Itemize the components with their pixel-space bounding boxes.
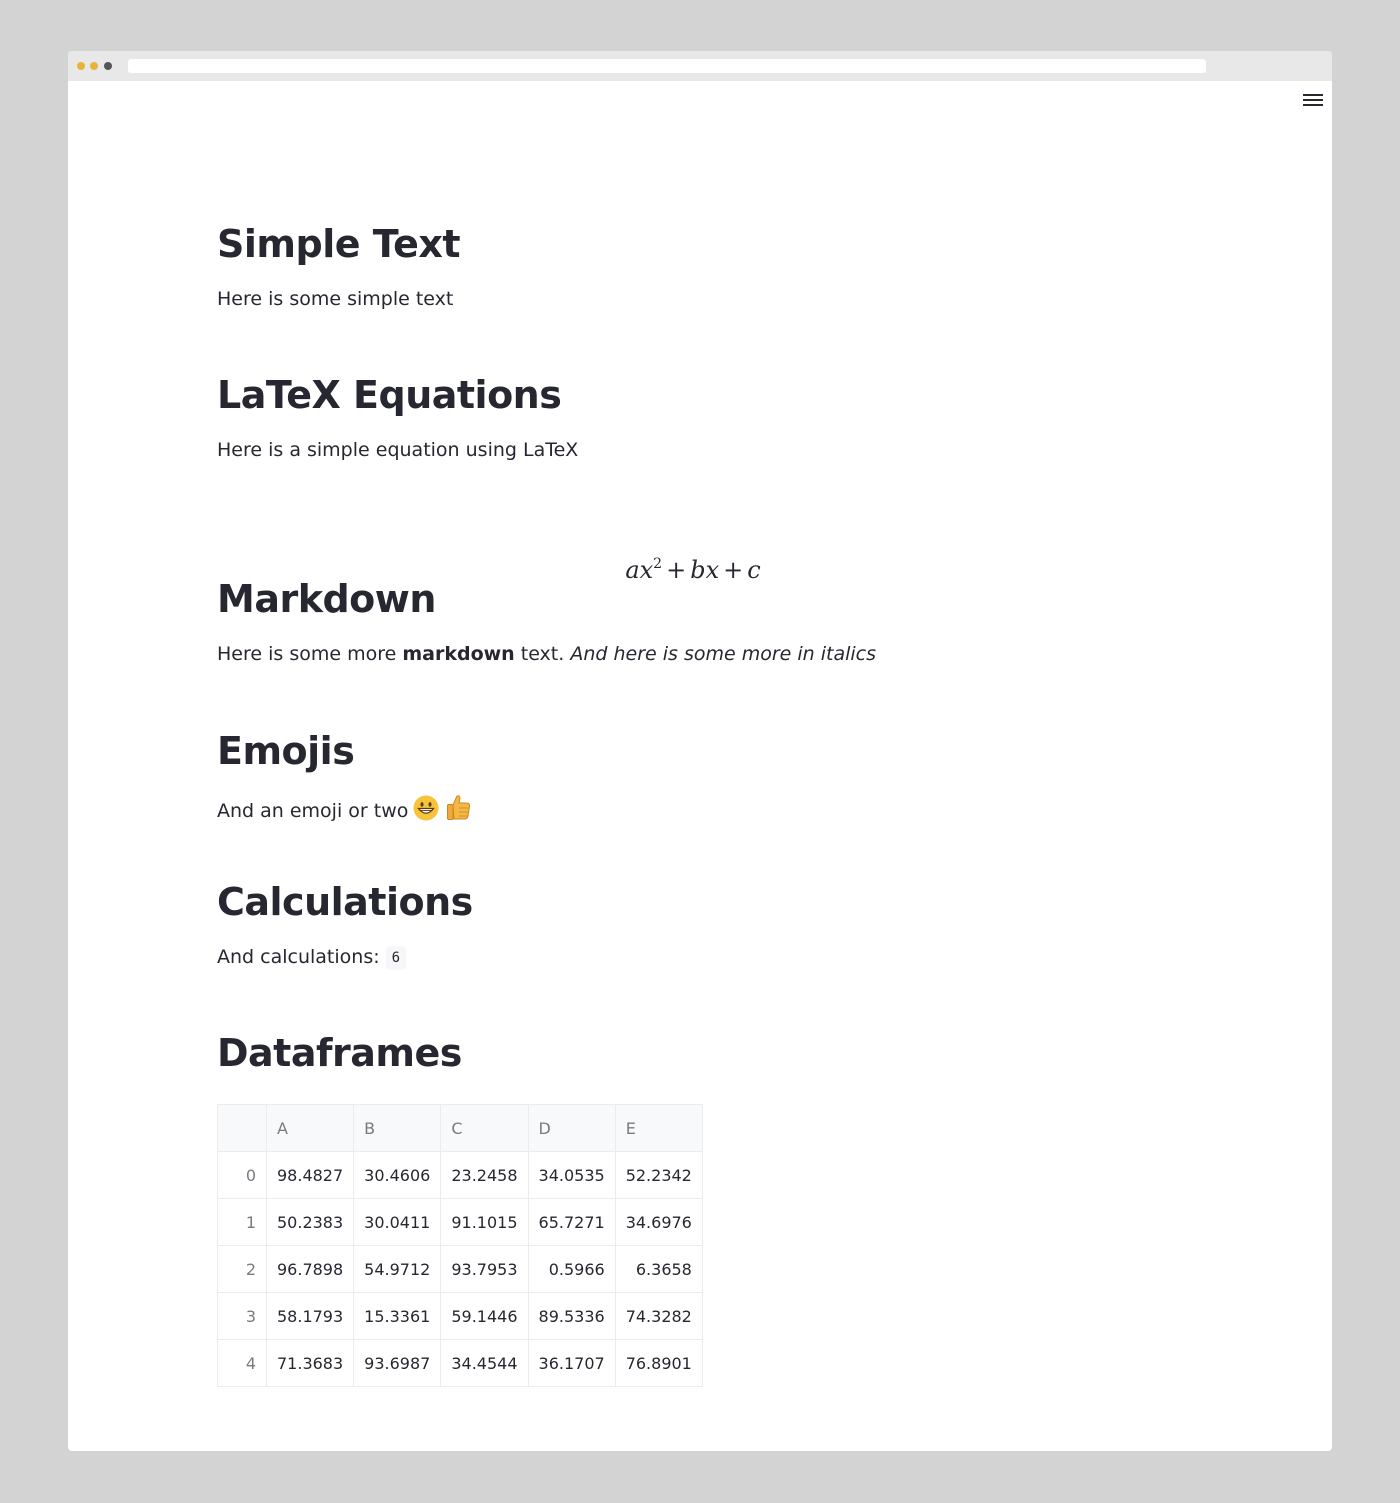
table-cell[interactable]: 52.2342 [614,1151,703,1199]
table-row: 1 50.2383 30.0411 91.1015 65.7271 34.697… [217,1198,703,1246]
table-cell[interactable]: 30.4606 [353,1151,442,1199]
table-row: 0 98.4827 30.4606 23.2458 34.0535 52.234… [217,1151,703,1199]
thumbs-up-icon [444,792,474,830]
dataframe-table[interactable]: A B C D E 0 98.4827 30.4606 23.2458 34.0… [217,1104,703,1387]
heading-dataframes: Dataframes [217,1031,462,1075]
latex-paragraph: Here is a simple equation using LaTeX [217,439,579,461]
table-cell[interactable]: 91.1015 [440,1198,529,1246]
calculations-paragraph: And calculations: 6 [217,943,1169,971]
address-bar[interactable] [128,59,1206,73]
section-latex: LaTeX Equations Here is a simple equatio… [217,372,1169,464]
section-simple-text: Simple Text Here is some simple text [217,221,1169,313]
table-cell[interactable]: 0.5966 [527,1245,616,1293]
grinning-face-icon [412,794,440,830]
table-cell[interactable]: 15.3361 [353,1292,442,1340]
table-cell[interactable]: 89.5336 [527,1292,616,1340]
browser-window: Simple Text Here is some simple text LaT… [68,51,1332,1451]
simple-text-paragraph: Here is some simple text [217,288,454,310]
heading-latex: LaTeX Equations [217,373,562,417]
hamburger-menu-icon[interactable] [1302,91,1324,109]
window-minimize-dot[interactable] [90,62,98,70]
table-cell[interactable]: 6.3658 [614,1245,703,1293]
table-cell[interactable]: 34.6976 [614,1198,703,1246]
table-cell[interactable]: 34.4544 [440,1339,529,1387]
markdown-italic-text: And here is some more in italics [570,643,877,665]
row-index-cell: 3 [217,1292,267,1340]
table-cell[interactable]: 59.1446 [440,1292,529,1340]
table-row: 4 71.3683 93.6987 34.4544 36.1707 76.890… [217,1339,703,1387]
markdown-bold-text: markdown [402,643,515,665]
section-calculations: Calculations And calculations: 6 [217,879,1169,971]
column-header[interactable]: E [614,1104,703,1152]
column-header[interactable]: A [265,1104,355,1152]
table-row: 2 96.7898 54.9712 93.7953 0.5966 6.3658 [217,1245,703,1293]
heading-emojis: Emojis [217,729,355,773]
heading-markdown: Markdown [217,577,436,621]
column-header[interactable]: D [527,1104,616,1152]
window-close-dot[interactable] [77,62,85,70]
column-header[interactable]: B [353,1104,442,1152]
table-cell[interactable]: 36.1707 [527,1339,616,1387]
heading-simple-text: Simple Text [217,222,461,266]
row-index-cell: 0 [217,1151,267,1199]
section-markdown: Markdown Here is some more markdown text… [217,576,1169,668]
row-index-cell: 1 [217,1198,267,1246]
table-header-row: A B C D E [217,1104,703,1152]
section-emojis: Emojis And an emoji or two [217,728,1169,830]
table-cell[interactable]: 98.4827 [265,1151,355,1199]
browser-titlebar [68,51,1332,81]
table-cell[interactable]: 76.8901 [614,1339,703,1387]
table-cell[interactable]: 50.2383 [265,1198,355,1246]
table-cell[interactable]: 54.9712 [353,1245,442,1293]
table-cell[interactable]: 74.3282 [614,1292,703,1340]
table-cell[interactable]: 96.7898 [265,1245,355,1293]
table-cell[interactable]: 30.0411 [353,1198,442,1246]
table-cell[interactable]: 58.1793 [265,1292,355,1340]
column-header[interactable]: C [440,1104,529,1152]
window-maximize-dot[interactable] [104,62,112,70]
table-cell[interactable]: 65.7271 [527,1198,616,1246]
table-cell[interactable]: 93.6987 [353,1339,442,1387]
table-cell[interactable]: 93.7953 [440,1245,529,1293]
emoji-paragraph: And an emoji or two [217,792,1169,830]
table-cell[interactable]: 71.3683 [265,1339,355,1387]
index-column-header[interactable] [217,1104,267,1152]
markdown-paragraph: Here is some more markdown text. And her… [217,643,877,665]
heading-calculations: Calculations [217,880,473,924]
row-index-cell: 4 [217,1339,267,1387]
calculation-result: 6 [385,946,407,970]
table-row: 3 58.1793 15.3361 59.1446 89.5336 74.328… [217,1292,703,1340]
section-dataframes: Dataframes [217,1030,1169,1076]
table-cell[interactable]: 23.2458 [440,1151,529,1199]
row-index-cell: 2 [217,1245,267,1293]
table-cell[interactable]: 34.0535 [527,1151,616,1199]
